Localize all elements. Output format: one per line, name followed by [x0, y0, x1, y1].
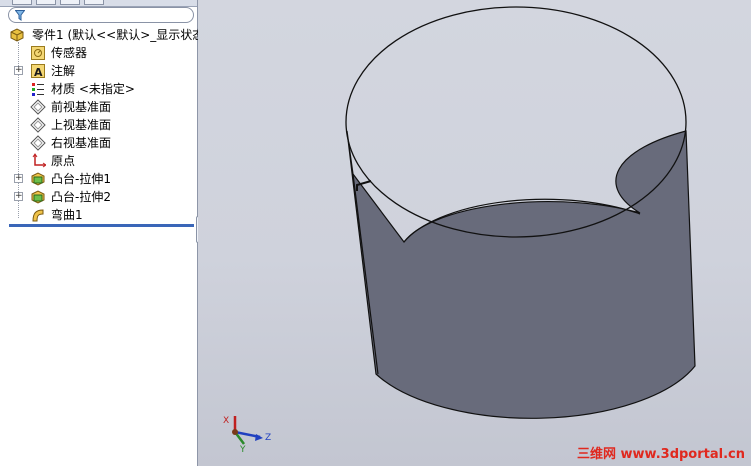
material-icon: [30, 81, 46, 97]
tree-item-top-plane[interactable]: 上视基准面: [0, 116, 197, 134]
triad-x-label: X: [223, 416, 229, 426]
graphics-viewport[interactable]: X Z Y 三维网 www.3dportal.cn: [198, 0, 751, 466]
tree-root-label: 零件1 (默认<<默认>_显示状态: [32, 28, 205, 42]
tree-root-part[interactable]: 零件1 (默认<<默认>_显示状态: [0, 26, 204, 44]
reference-triad: X Z Y: [223, 416, 271, 455]
tree-item-label: 材质 <未指定>: [51, 82, 135, 96]
boss-extrude-icon: [30, 189, 46, 205]
tab-display-manager[interactable]: [84, 0, 104, 5]
origin-icon: [30, 153, 47, 169]
tree-item-sensors[interactable]: 传感器: [0, 44, 197, 62]
boss-extrude-icon: [30, 171, 46, 187]
tree-item-label: 注解: [51, 64, 76, 78]
svg-text:A: A: [34, 66, 43, 79]
expand-toggle-icon[interactable]: +: [14, 174, 23, 183]
expand-toggle-icon[interactable]: +: [14, 192, 23, 201]
filter-icon: [15, 10, 25, 21]
tree-item-label: 右视基准面: [51, 136, 112, 150]
tree-item-label: 凸台-拉伸2: [51, 190, 111, 204]
rollback-bar[interactable]: [9, 224, 194, 227]
annotation-icon: A: [30, 63, 46, 79]
part-icon: [9, 27, 25, 43]
triad-z-label: Z: [265, 433, 271, 443]
plane-icon: [30, 117, 46, 133]
tree-item-label: 凸台-拉伸1: [51, 172, 111, 186]
tree-item-label: 原点: [51, 154, 76, 168]
feature-manager-panel: 零件1 (默认<<默认>_显示状态 传感器 + A 注解 材质 <未指定> 前视…: [0, 0, 204, 466]
cylinder-outer-face: [346, 130, 696, 419]
tree-item-origin[interactable]: 原点: [0, 152, 197, 170]
tree-item-right-plane[interactable]: 右视基准面: [0, 134, 197, 152]
tree-item-label: 弯曲1: [51, 208, 83, 222]
feature-filter-input[interactable]: [8, 7, 194, 23]
watermark-text: 三维网 www.3dportal.cn: [576, 447, 745, 462]
tree-item-front-plane[interactable]: 前视基准面: [0, 98, 197, 116]
tab-feature-manager[interactable]: [12, 0, 32, 5]
panel-tab-strip: [0, 0, 197, 7]
tree-item-boss-extrude-2[interactable]: + 凸台-拉伸2: [0, 188, 197, 206]
plane-icon: [30, 99, 46, 115]
tree-item-annotations[interactable]: + A 注解: [0, 62, 197, 80]
plane-icon: [30, 135, 46, 151]
tree-item-material[interactable]: 材质 <未指定>: [0, 80, 197, 98]
tree-item-label: 传感器: [51, 46, 88, 60]
tab-property-manager[interactable]: [36, 0, 56, 5]
expand-toggle-icon[interactable]: +: [14, 66, 23, 75]
triad-y-label: Y: [239, 445, 246, 455]
tree-item-flex-1[interactable]: 弯曲1: [0, 206, 197, 224]
tab-configuration-manager[interactable]: [60, 0, 80, 5]
tree-item-boss-extrude-1[interactable]: + 凸台-拉伸1: [0, 170, 197, 188]
tree-item-label: 上视基准面: [51, 118, 112, 132]
flex-icon: [30, 207, 46, 223]
tree-item-label: 前视基准面: [51, 100, 112, 114]
sensor-icon: [30, 45, 46, 61]
bent-cylinder-model[interactable]: [198, 0, 751, 466]
